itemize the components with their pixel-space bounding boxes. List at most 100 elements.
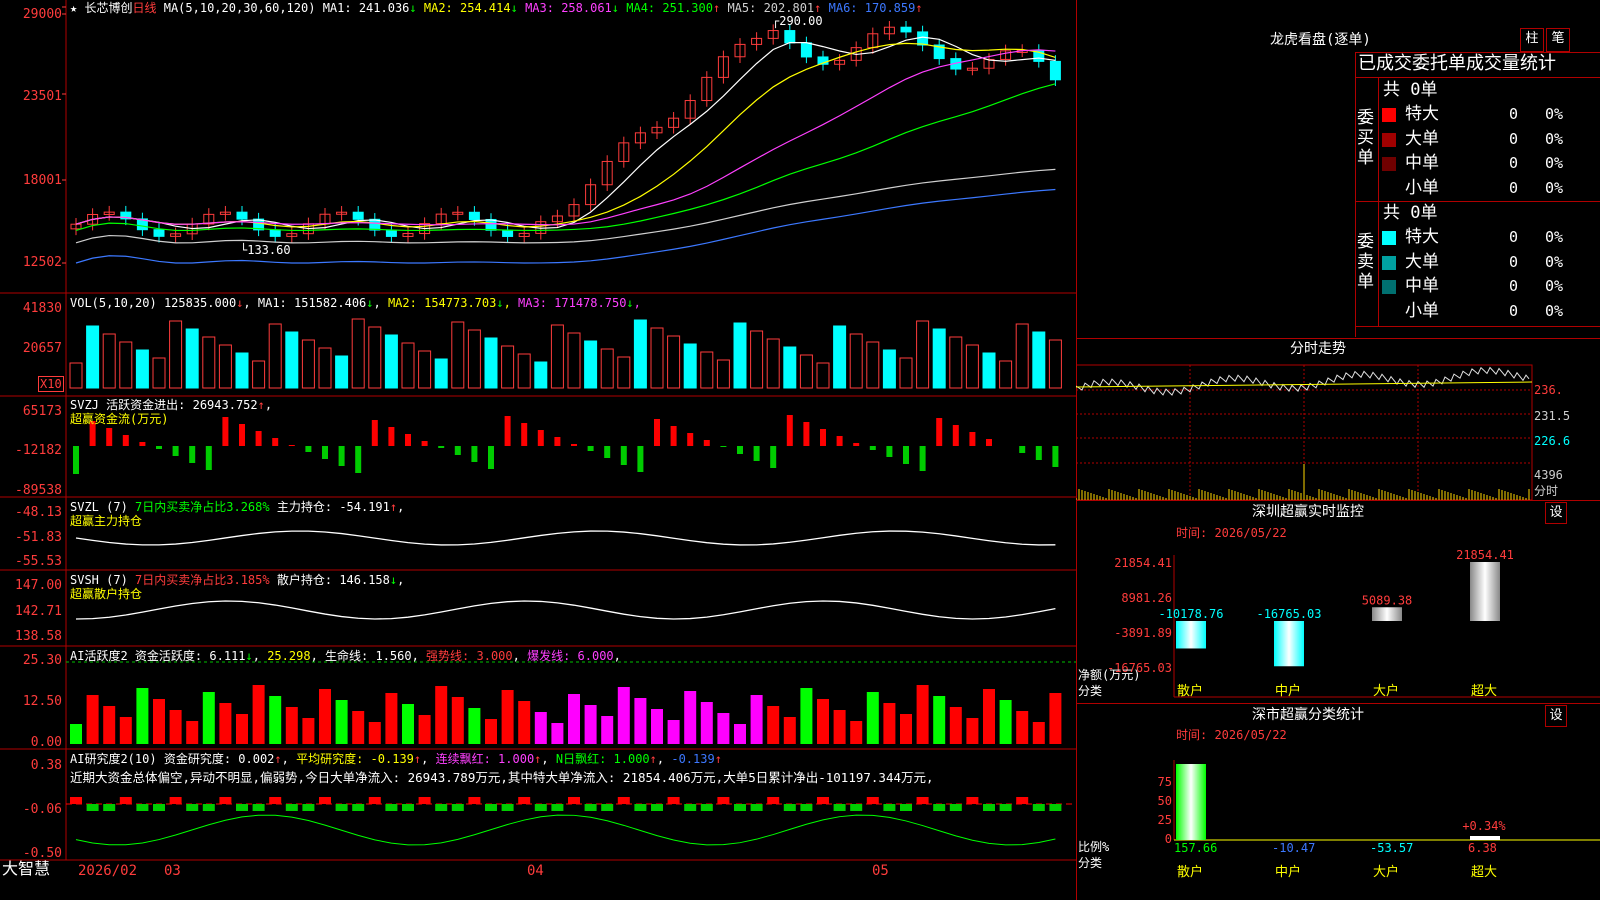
buy-1-swatch (1382, 132, 1396, 147)
monitor-settings-button[interactable]: 设 (1545, 502, 1567, 524)
stock-name[interactable]: 长芯博创 (84, 1, 132, 15)
y-tick-svzj-1: -12182 (15, 443, 62, 458)
stats-category: 大户 (1373, 864, 1399, 880)
research-bar (103, 804, 116, 811)
vol-bar (683, 343, 697, 389)
svsh-sub: 超赢散户持仓 (70, 587, 143, 601)
ma5-value: 202.801 (763, 1, 815, 15)
active-bar (285, 707, 298, 744)
sell-2-swatch (1382, 280, 1396, 294)
svzj-bar (836, 436, 843, 446)
svzj-bar (670, 426, 677, 446)
period-label[interactable]: 日线 (132, 1, 156, 15)
ai-research-comment: 近期大资金总体偏空,异动不明显,偏弱势,今日大单净流入: 26943.789万元… (70, 770, 934, 785)
vol-ma2-value: 154773.703 (424, 296, 497, 310)
bar-mode-button[interactable]: 柱 (1520, 28, 1544, 52)
stats-annotation: +0.34% (1462, 819, 1506, 833)
ma6-label: MA6: (828, 1, 858, 15)
svzj-bar (737, 446, 743, 454)
svzl-label: 主力持仓: (276, 500, 333, 514)
x-label-2: 04 (527, 863, 544, 879)
monitor-category: 超大 (1471, 684, 1497, 699)
y-tick-main_chart-0: 29000 (22, 7, 62, 22)
ai-research-value: 0.002 (238, 752, 275, 766)
ai-research-last: -0.139 (671, 752, 715, 766)
vol-bar (600, 348, 614, 389)
svzj-bar (571, 444, 577, 446)
svzj-bar (255, 431, 262, 446)
svzj-bar (1052, 446, 1059, 467)
svzj-bar (73, 446, 79, 474)
stats-xlabel: 分类 (1078, 856, 1103, 870)
ma3-legend: MA3: 258.061↓ (525, 1, 626, 15)
svzj-bar (521, 423, 528, 446)
ma5-label: MA5: (727, 1, 757, 15)
research-bar (119, 797, 132, 804)
sell-row-2-name: 中单 (1405, 276, 1439, 296)
active-bar (866, 692, 879, 744)
y-tick-svzl-2: -55.53 (15, 554, 62, 569)
y-tick-main_chart-1: 23501 (22, 89, 62, 104)
research-bar (518, 797, 531, 804)
ai-active-strong: 强势线: 3.000 (426, 649, 513, 663)
svzj-bar (322, 446, 328, 459)
active-bar (651, 709, 663, 744)
active-bar (949, 707, 962, 744)
ma6-arrow: ↑ (915, 1, 923, 15)
vol-unit-badge[interactable]: X10 (38, 376, 64, 392)
stats-y-tick: 75 (1158, 775, 1172, 789)
vol-bar (467, 329, 481, 389)
tick-mode-button[interactable]: 笔 (1546, 28, 1570, 52)
stats-value: -53.57 (1370, 841, 1413, 855)
research-bar (684, 804, 697, 811)
vol-bar (235, 352, 249, 389)
ma3-label: MA3: (525, 1, 554, 15)
active-bar (236, 714, 248, 744)
active-bar (153, 699, 165, 744)
svzj-name: SVZJ (70, 398, 99, 412)
research-bar (485, 804, 497, 811)
buy-row-0-count: 0 (1509, 105, 1519, 123)
stats-settings-button[interactable]: 设 (1545, 705, 1567, 727)
buy-row-2-name: 中单 (1405, 153, 1439, 173)
svzj-bar (122, 435, 129, 446)
monitor-value: -10178.76 (1158, 607, 1223, 621)
active-bar (418, 715, 431, 744)
vol-bar (1048, 339, 1062, 389)
vol-bar (451, 321, 465, 389)
active-bar (1049, 693, 1062, 744)
vol-legend: VOL(5,10,20) 125835.000↓, MA1: 151582.40… (70, 296, 641, 310)
intraday-vol-unit: 分时 (1534, 484, 1559, 498)
active-bar (850, 721, 863, 744)
vol-bar (102, 333, 116, 389)
research-bar (186, 804, 199, 811)
monitor-chart: 21854.41 8981.26 -3891.89 -16765.03 -10178.7… (1107, 548, 1600, 699)
stats-value: 157.66 (1174, 841, 1217, 855)
research-bar (916, 797, 929, 804)
research-bar (368, 797, 381, 804)
research-bar (949, 804, 962, 811)
ai-active-label: 资金活跃度: (134, 649, 203, 663)
candle (900, 26, 912, 33)
intraday-chart[interactable] (1076, 360, 1600, 500)
svzl-sub: 超赢主力持仓 (70, 514, 143, 528)
vol-bar (567, 332, 581, 389)
vol-bar (119, 341, 133, 389)
research-bar (435, 804, 448, 811)
svzl-desc: 7日内买卖净占比3.268% (135, 500, 270, 514)
monitor-y-tick: -3891.89 (1114, 626, 1172, 640)
active-bar (833, 710, 846, 744)
svzj-label: 活跃资金进出: (106, 398, 186, 412)
svzj-bar (222, 417, 229, 446)
vol-bar (301, 339, 315, 389)
buy-row-2-pct: 0% (1545, 154, 1564, 172)
active-bar (916, 685, 929, 744)
svzj-bar (587, 446, 594, 451)
ma1-legend: MA1: 241.036↓ (323, 1, 424, 15)
active-bar (800, 688, 813, 744)
vol-ma3-legend: MA3: 171478.750↓, (518, 296, 641, 310)
monitor-value: -16765.03 (1256, 607, 1321, 621)
vol-ma3-arrow: ↓ (626, 296, 634, 310)
active-bar (136, 688, 149, 744)
vol-bar (949, 336, 963, 389)
